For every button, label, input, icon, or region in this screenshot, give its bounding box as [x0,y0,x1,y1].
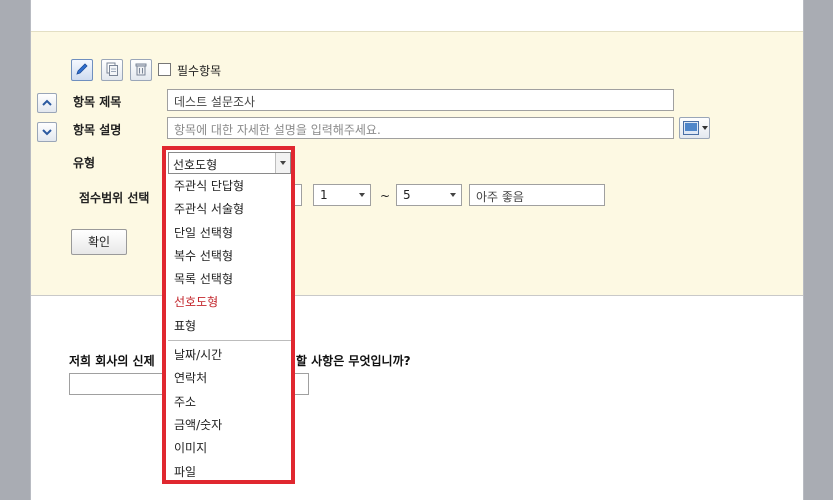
required-label: 필수항목 [177,64,222,78]
type-option[interactable]: 금액/숫자 [168,414,291,437]
chevron-down-icon [450,193,456,197]
type-option[interactable]: 목록 선택형 [168,268,291,291]
item-type-options: 주관식 단답형 주관식 서술형 단일 선택형 복수 선택형 목록 선택형 선호도… [168,175,291,484]
edit-button[interactable] [71,59,93,81]
type-option[interactable]: 복수 선택형 [168,245,291,268]
chevron-down-icon [42,125,52,139]
type-option[interactable]: 연락처 [168,367,291,390]
trash-icon [134,62,148,79]
insert-image-button[interactable] [679,117,710,139]
score-min-select[interactable]: 1 [313,184,371,206]
move-down-button[interactable] [37,122,57,142]
copy-button[interactable] [101,59,123,81]
item-type-dropdown: 선호도형 주관식 단답형 주관식 서술형 단일 선택형 복수 선택형 목록 선택… [162,146,295,484]
item-editor-panel: 필수항목 항목 제목 데스트 설문조사 항목 설명 항목에 대한 자세한 설명을… [31,31,803,296]
chevron-up-icon [42,96,52,110]
confirm-button[interactable]: 확인 [71,229,127,255]
type-option[interactable]: 주관식 서술형 [168,198,291,221]
type-option[interactable]: 주소 [168,391,291,414]
score-range-separator: ~ [380,189,391,203]
required-checkbox[interactable] [158,63,171,76]
item-description-input[interactable]: 항목에 대한 자세한 설명을 입력해주세요. [167,117,674,139]
item-type-label: 유형 [73,156,96,170]
type-option[interactable]: 단일 선택형 [168,222,291,245]
item-title-label: 항목 제목 [73,95,122,109]
type-option[interactable]: 날짜/시간 [168,344,291,367]
preview-question-start: 저희 회사의 신제 [69,354,155,368]
page-canvas: 필수항목 항목 제목 데스트 설문조사 항목 설명 항목에 대한 자세한 설명을… [30,0,804,500]
copy-icon [105,62,119,79]
type-option[interactable]: 파일 [168,461,291,484]
chevron-down-icon [359,193,365,197]
image-icon [683,121,699,138]
move-up-button[interactable] [37,93,57,113]
type-option[interactable]: 표형 [168,315,291,338]
item-title-input[interactable]: 데스트 설문조사 [167,89,674,111]
score-max-value: 5 [403,188,411,202]
chevron-down-icon [280,161,286,165]
type-option-selected[interactable]: 선호도형 [168,291,291,314]
score-max-text-input[interactable]: 아주 좋음 [469,184,605,206]
item-description-label: 항목 설명 [73,123,122,137]
score-range-label: 점수범위 선택 [79,191,150,205]
score-min-value: 1 [320,188,328,202]
pencil-icon [75,62,89,79]
score-max-select[interactable]: 5 [396,184,462,206]
item-type-selected-value: 선호도형 [173,158,218,172]
type-option[interactable]: 이미지 [168,437,291,460]
item-type-select[interactable]: 선호도형 [168,152,291,174]
chevron-down-icon [702,126,708,130]
option-divider [168,340,291,342]
delete-button[interactable] [130,59,152,81]
type-option[interactable]: 주관식 단답형 [168,175,291,198]
